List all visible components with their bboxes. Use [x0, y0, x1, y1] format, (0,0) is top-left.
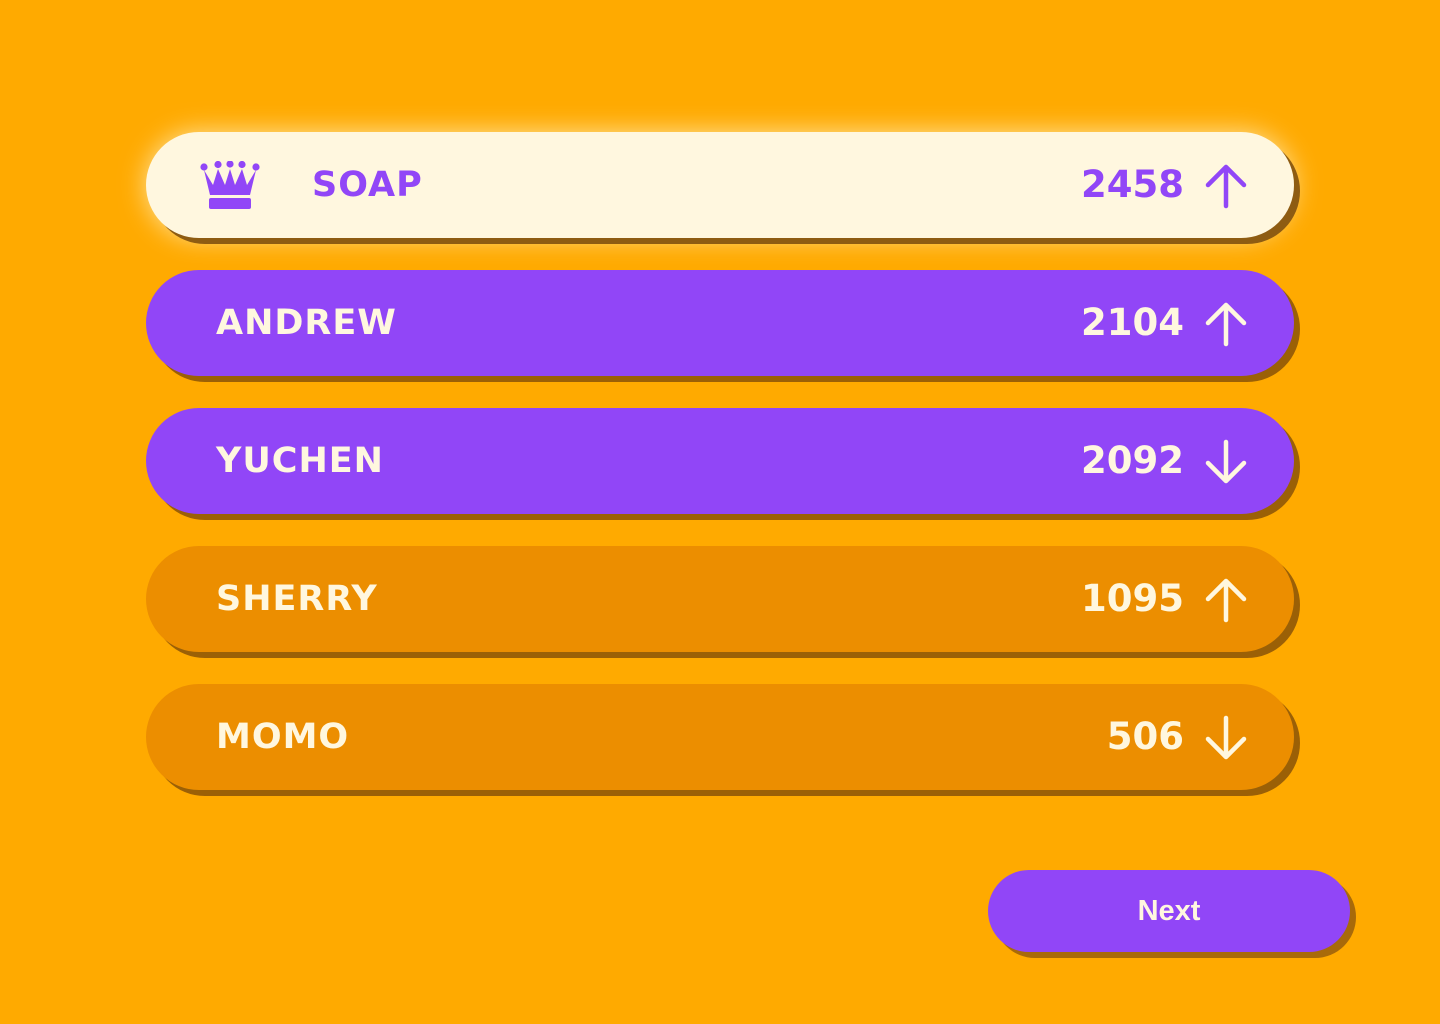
player-score: 2092 — [1081, 439, 1184, 482]
leaderboard-row-1[interactable]: SOAP 2458 — [146, 132, 1294, 238]
player-name: MOMO — [216, 717, 350, 757]
arrow-up-icon — [1205, 164, 1247, 209]
player-score: 506 — [1106, 715, 1184, 758]
leaderboard-screen: SOAP 2458 ANDREW 2104 YUCHEN 2092 SHERRY… — [0, 0, 1440, 1024]
leaderboard-row-3[interactable]: YUCHEN 2092 — [146, 408, 1294, 514]
player-name: ANDREW — [216, 303, 397, 343]
leaderboard-row-4[interactable]: SHERRY 1095 — [146, 546, 1294, 652]
crown-icon — [200, 161, 260, 209]
player-score: 1095 — [1081, 577, 1184, 620]
arrow-down-icon — [1205, 439, 1247, 484]
arrow-down-icon — [1205, 715, 1247, 760]
leaderboard-row-5[interactable]: MOMO 506 — [146, 684, 1294, 790]
arrow-up-icon — [1205, 578, 1247, 623]
player-score: 2104 — [1081, 301, 1184, 344]
player-name: SOAP — [312, 165, 423, 205]
leaderboard-row-2[interactable]: ANDREW 2104 — [146, 270, 1294, 376]
player-score: 2458 — [1081, 163, 1184, 206]
player-name: YUCHEN — [216, 441, 384, 481]
next-button[interactable]: Next — [988, 870, 1350, 952]
player-name: SHERRY — [216, 579, 378, 619]
arrow-up-icon — [1205, 302, 1247, 347]
